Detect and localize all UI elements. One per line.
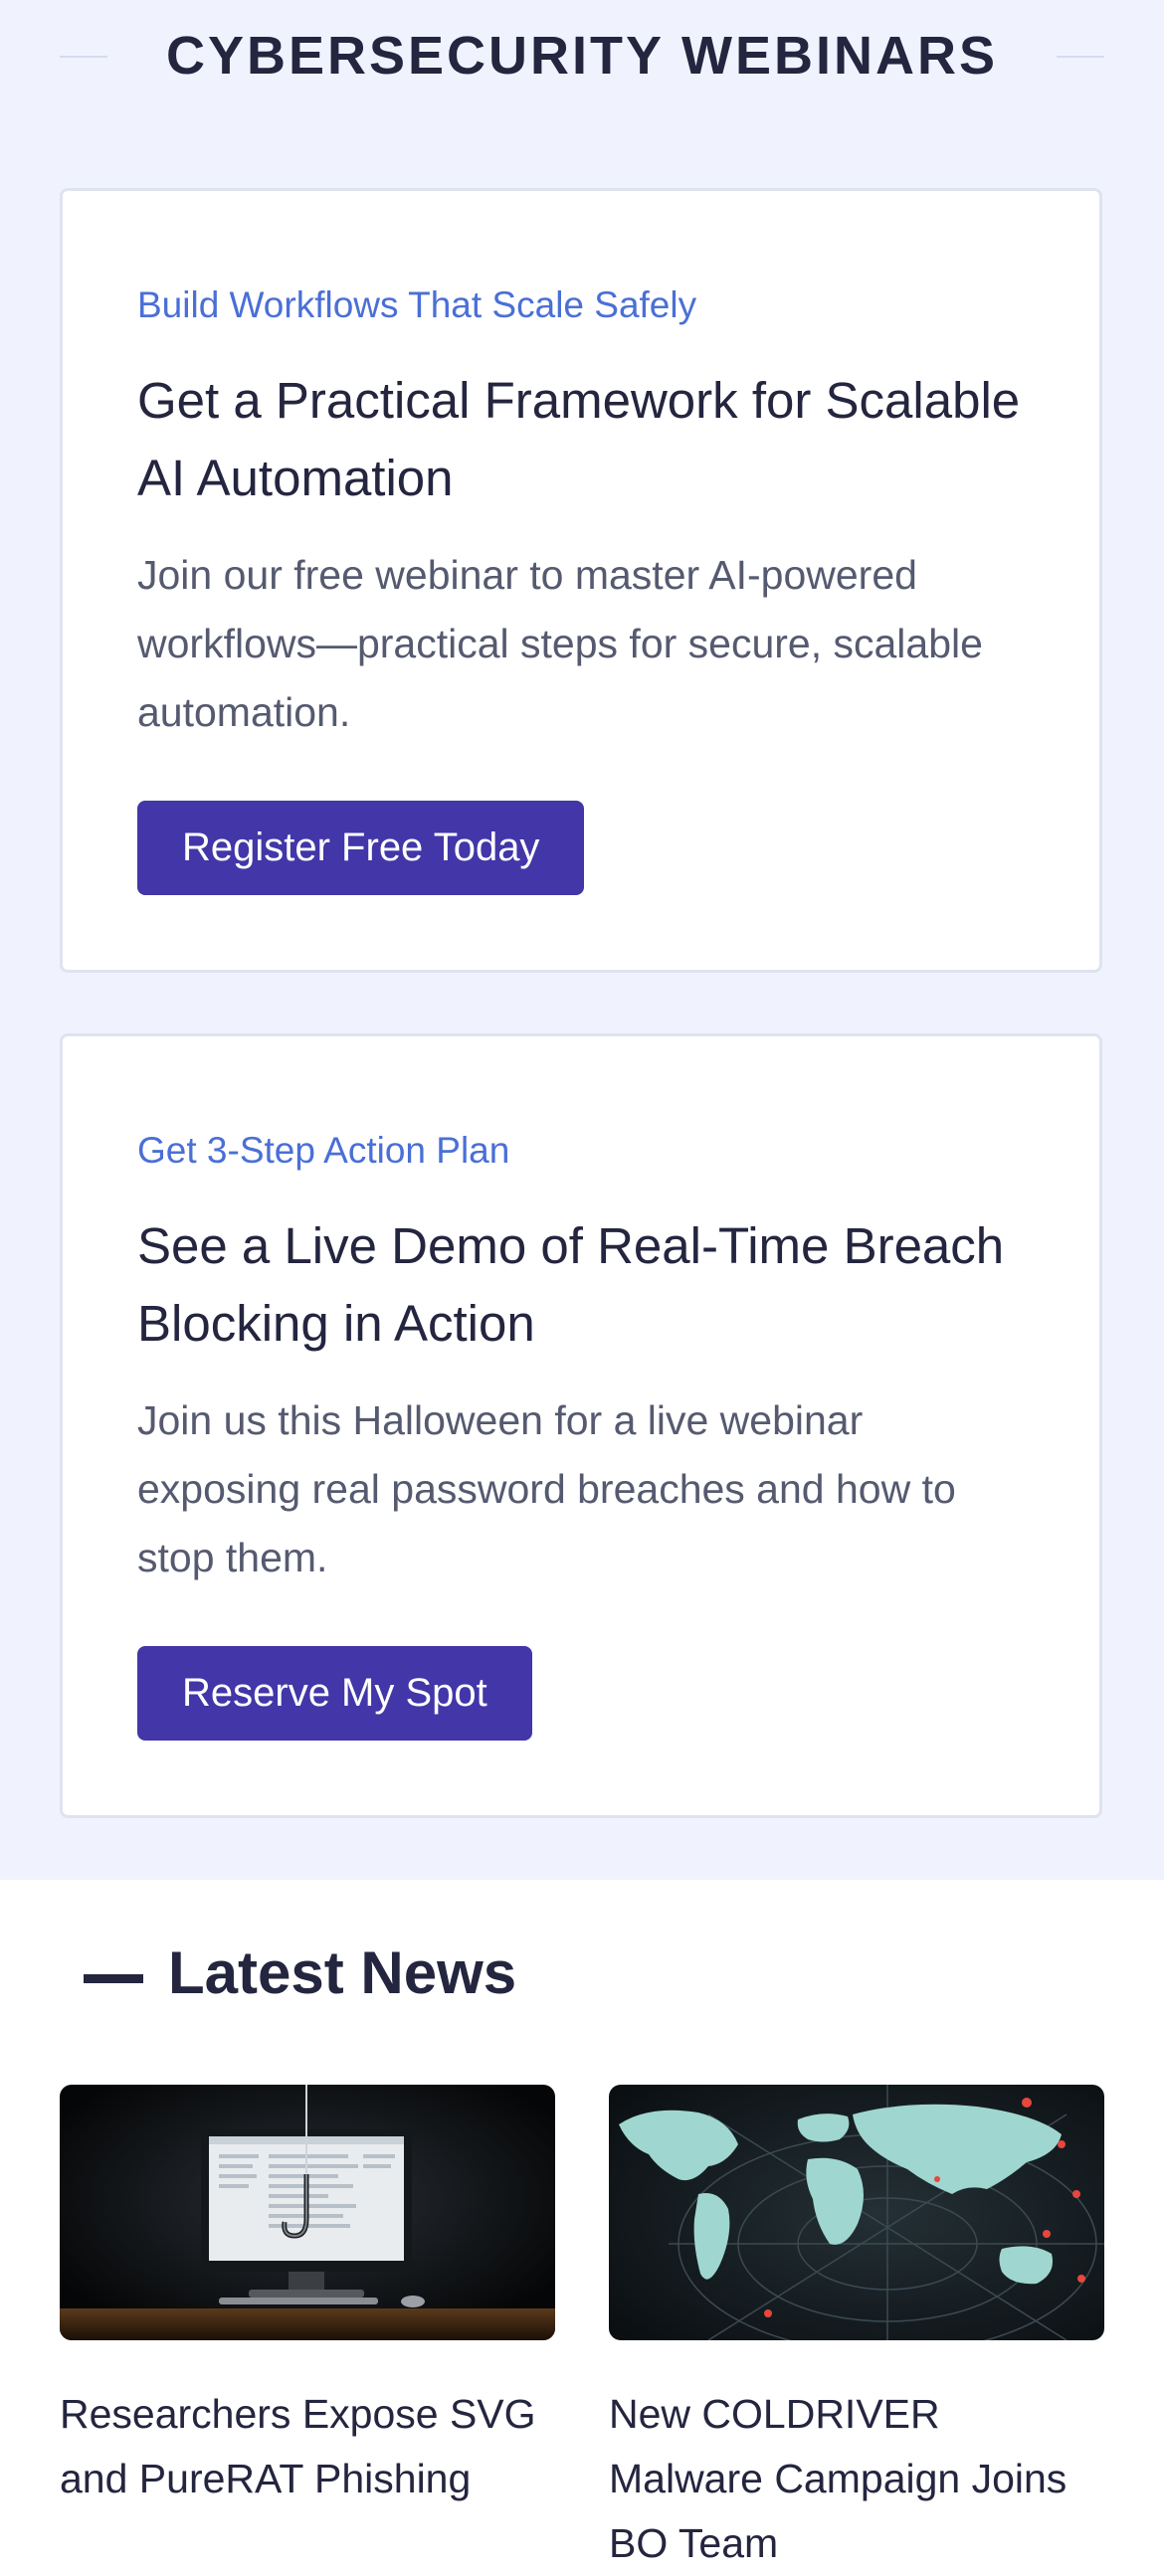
webinar-card: Build Workflows That Scale Safely Get a … (60, 188, 1102, 973)
reserve-spot-button[interactable]: Reserve My Spot (137, 1646, 532, 1741)
webinar-description: Join our free webinar to master AI-power… (137, 552, 983, 735)
webinar-title: Get a Practical Framework for Scalable A… (137, 372, 1021, 506)
webinar-title: See a Live Demo of Real-Time Breach Bloc… (137, 1217, 1005, 1352)
phishing-hook-image[interactable] (60, 2085, 555, 2340)
webinar-eyebrow: Get 3-Step Action Plan (137, 1130, 510, 1171)
webinars-heading: CYBERSECURITY WEBINARS (165, 26, 999, 86)
webinar-eyebrow: Build Workflows That Scale Safely (137, 284, 697, 325)
webinar-description: Join us this Halloween for a live webina… (137, 1397, 956, 1580)
news-title[interactable]: Researchers Expose SVG and PureRAT Phish… (60, 2382, 555, 2511)
news-card[interactable]: New COLDRIVER Malware Campaign Joins BO … (609, 2085, 1104, 2576)
register-free-button[interactable]: Register Free Today (137, 801, 585, 895)
webinars-section: CYBERSECURITY WEBINARS Build Workflows T… (0, 0, 1164, 1880)
header-divider-right (1057, 56, 1104, 58)
news-title[interactable]: New COLDRIVER Malware Campaign Joins BO … (609, 2382, 1104, 2576)
webinars-header: CYBERSECURITY WEBINARS (60, 18, 1104, 97)
world-map-image[interactable] (609, 2085, 1104, 2340)
webinar-card: Get 3-Step Action Plan See a Live Demo o… (60, 1033, 1102, 1818)
heading-dash (84, 1974, 143, 1983)
news-card[interactable]: Researchers Expose SVG and PureRAT Phish… (60, 2085, 555, 2511)
latest-news-heading: Latest News (168, 1939, 517, 2006)
